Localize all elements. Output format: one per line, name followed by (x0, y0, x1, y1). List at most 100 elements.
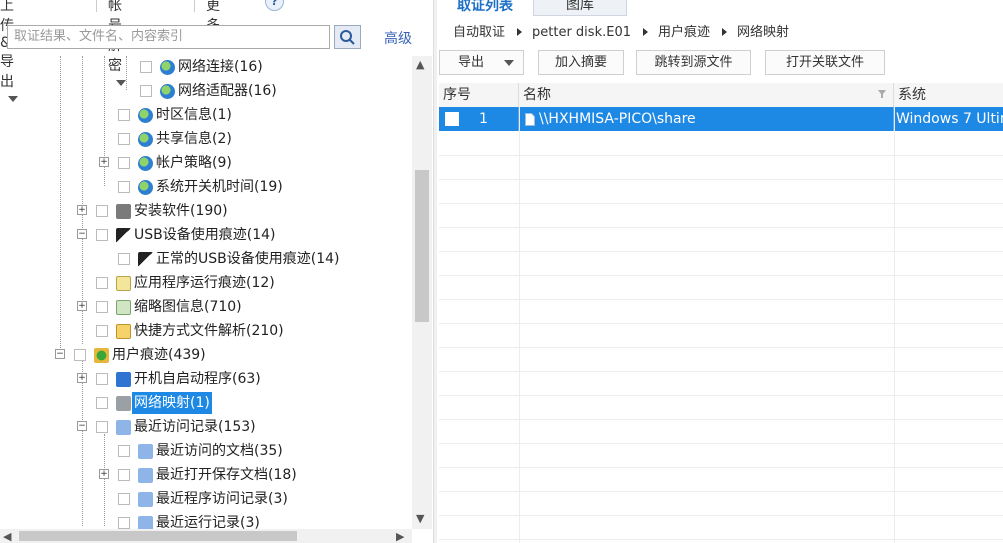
recent-icon (138, 467, 153, 483)
tree-item-recent-access[interactable]: 最近访问记录(153) (96, 416, 258, 438)
tab-evidence-list[interactable]: 取证列表 (437, 0, 533, 16)
tree-checkbox[interactable] (118, 181, 130, 193)
user-traces-icon (94, 347, 109, 363)
tree-item-recent-open-save[interactable]: 最近打开保存文档(18) (118, 464, 299, 486)
breadcrumb-item[interactable]: 用户痕迹 (658, 20, 710, 46)
tree-checkbox[interactable] (118, 109, 130, 121)
tree-item-label: 用户痕迹(439) (112, 347, 206, 363)
startup-icon (116, 371, 131, 387)
breadcrumb-item[interactable]: 自动取证 (453, 20, 505, 46)
tree-item-recent-run[interactable]: 最近运行记录(3) (118, 512, 262, 529)
tree-item-label: 开机自启动程序(63) (134, 371, 261, 387)
tree-item-timezone[interactable]: 时区信息(1) (118, 104, 234, 126)
expand-toggle[interactable]: + (99, 469, 109, 479)
expand-toggle[interactable]: + (77, 205, 87, 215)
filter-icon[interactable] (877, 89, 887, 99)
expand-toggle[interactable]: + (77, 373, 87, 383)
column-header-system[interactable]: 系统 (894, 83, 1003, 107)
scroll-left-icon[interactable]: ◀ (3, 530, 11, 543)
jump-to-source-button[interactable]: 跳转到源文件 (636, 50, 751, 75)
tree-item-recent-program-access[interactable]: 最近程序访问记录(3) (118, 488, 290, 510)
tree-checkbox[interactable] (96, 229, 108, 241)
tab-gallery[interactable]: 图库 (533, 0, 627, 16)
tree-checkbox[interactable] (96, 421, 108, 433)
collapse-toggle[interactable]: − (77, 229, 87, 239)
tree-item-shortcut-files[interactable]: 快捷方式文件解析(210) (96, 320, 286, 342)
tree-scroll-thumb[interactable] (415, 170, 429, 322)
usb-icon (138, 251, 153, 267)
network-map-icon (116, 395, 131, 411)
tree-item-network-adapter[interactable]: 网络适配器(16) (140, 80, 279, 102)
app-icon (116, 275, 131, 291)
tree-item-account-policy[interactable]: 帐户策略(9) (118, 152, 234, 174)
breadcrumb-item[interactable]: 网络映射 (737, 20, 789, 46)
tree-item-usb-traces[interactable]: USB设备使用痕迹(14) (96, 224, 277, 246)
tree-item-share-info[interactable]: 共享信息(2) (118, 128, 234, 150)
shortcut-icon (116, 323, 131, 339)
scroll-up-icon[interactable]: ▲ (416, 58, 424, 71)
tree-item-network-map[interactable]: 网络映射(1) (96, 392, 212, 414)
export-button[interactable]: 导出 (439, 50, 524, 75)
column-header-name[interactable]: 名称 (519, 83, 894, 107)
tree-item-network-connection[interactable]: 网络连接(16) (140, 56, 265, 78)
breadcrumb-item[interactable]: petter disk.E01 (532, 20, 631, 46)
tree-item-label: 最近打开保存文档(18) (156, 467, 297, 483)
tree-checkbox[interactable] (74, 349, 86, 361)
tree-checkbox[interactable] (96, 373, 108, 385)
advanced-search-link[interactable]: 高级 (384, 28, 412, 48)
tree-item-normal-usb[interactable]: 正常的USB设备使用痕迹(14) (118, 248, 341, 270)
empty-row (439, 347, 1003, 372)
search-input[interactable]: 取证结果、文件名、内容索引 (7, 25, 330, 49)
tree-checkbox[interactable] (96, 205, 108, 217)
search-button[interactable] (334, 25, 361, 49)
column-header-index[interactable]: 序号 (439, 83, 519, 107)
tree-item-power-times[interactable]: 系统开关机时间(19) (118, 176, 285, 198)
open-related-file-button[interactable]: 打开关联文件 (765, 50, 885, 75)
install-icon (116, 203, 131, 219)
empty-row (439, 299, 1003, 324)
tree-checkbox[interactable] (96, 277, 108, 289)
tree-item-label: 快捷方式文件解析(210) (134, 323, 284, 339)
table-row[interactable]: 1 \\HXHMISA-PICO\share Windows 7 Ultim (439, 107, 1003, 131)
thumbnail-icon (116, 299, 131, 315)
collapse-toggle[interactable]: − (77, 421, 87, 431)
tree-item-thumbnails[interactable]: 缩略图信息(710) (96, 296, 244, 318)
scroll-down-icon[interactable]: ▼ (416, 512, 424, 525)
tree-checkbox[interactable] (118, 517, 130, 529)
tree-item-recent-docs[interactable]: 最近访问的文档(35) (118, 440, 285, 462)
tree-item-app-run-traces[interactable]: 应用程序运行痕迹(12) (96, 272, 277, 294)
tree-checkbox[interactable] (118, 493, 130, 505)
tree-checkbox[interactable] (118, 253, 130, 265)
tree-checkbox[interactable] (140, 85, 152, 97)
empty-row (439, 203, 1003, 228)
tree-checkbox[interactable] (118, 469, 130, 481)
usb-icon (116, 227, 131, 243)
tree-checkbox[interactable] (96, 301, 108, 313)
tree-connector (60, 56, 61, 354)
evidence-tree: 网络连接(16) 网络适配器(16) 时区信息(1) 共享信息(2) + 帐户策… (0, 56, 412, 529)
tree-item-user-traces[interactable]: 用户痕迹(439) (74, 344, 208, 366)
tree-item-startup-programs[interactable]: 开机自启动程序(63) (96, 368, 263, 390)
tree-hscroll-thumb[interactable] (19, 531, 297, 541)
tree-checkbox[interactable] (118, 133, 130, 145)
scroll-right-icon[interactable]: ▶ (396, 530, 404, 543)
tree-checkbox[interactable] (96, 397, 108, 409)
add-summary-button[interactable]: 加入摘要 (538, 50, 624, 75)
toolbar: 导出 加入摘要 跳转到源文件 打开关联文件 (437, 49, 1003, 79)
tree-checkbox[interactable] (118, 157, 130, 169)
tree-checkbox[interactable] (96, 325, 108, 337)
expand-toggle[interactable]: + (77, 301, 87, 311)
empty-row (439, 251, 1003, 276)
empty-row (439, 227, 1003, 252)
row-system-cell: Windows 7 Ultim (896, 111, 1003, 127)
expand-toggle[interactable]: + (99, 157, 109, 167)
tree-checkbox[interactable] (140, 61, 152, 73)
collapse-toggle[interactable]: − (55, 349, 65, 359)
tree-item-installed-software[interactable]: 安装软件(190) (96, 200, 230, 222)
row-checkbox[interactable] (445, 112, 459, 126)
row-index-cell: 1 (439, 107, 519, 131)
help-icon[interactable]: ? (265, 0, 284, 11)
tree-checkbox[interactable] (118, 445, 130, 457)
empty-row (439, 515, 1003, 540)
chevron-down-icon (504, 59, 515, 66)
